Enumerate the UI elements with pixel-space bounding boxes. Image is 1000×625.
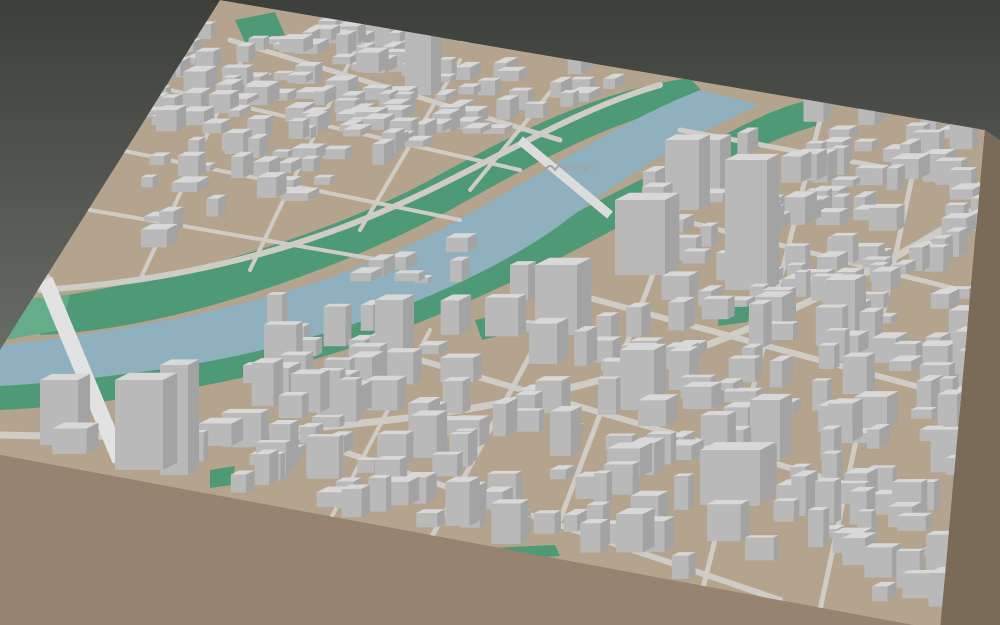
building	[278, 392, 309, 419]
building	[682, 381, 722, 410]
building	[916, 340, 959, 365]
building	[491, 499, 529, 544]
building	[674, 473, 694, 510]
building	[432, 451, 463, 477]
building	[224, 128, 252, 155]
building	[306, 434, 344, 479]
building	[449, 256, 470, 282]
building	[288, 117, 310, 139]
building	[230, 470, 255, 493]
building	[671, 552, 696, 579]
building	[52, 422, 99, 455]
building	[141, 174, 158, 188]
building	[550, 405, 582, 456]
building	[872, 581, 897, 602]
building	[236, 42, 256, 63]
building	[336, 30, 357, 55]
building	[897, 512, 933, 531]
building	[496, 95, 519, 120]
building	[416, 509, 445, 528]
building	[301, 155, 320, 172]
building	[866, 424, 891, 449]
building	[206, 194, 227, 217]
building	[257, 172, 287, 198]
building	[701, 295, 735, 320]
building	[410, 410, 448, 458]
building	[748, 299, 772, 348]
building	[682, 248, 711, 264]
building	[871, 266, 901, 291]
building	[615, 192, 680, 275]
building	[442, 377, 471, 414]
building	[795, 269, 811, 297]
building	[477, 77, 501, 96]
building	[492, 397, 518, 437]
building	[496, 66, 527, 82]
building	[445, 476, 480, 527]
building	[574, 325, 598, 366]
building	[598, 376, 621, 415]
building	[821, 450, 843, 480]
building	[529, 317, 569, 364]
building	[855, 164, 890, 186]
building	[700, 442, 776, 505]
building	[911, 407, 937, 419]
building	[533, 510, 561, 534]
building	[356, 47, 389, 73]
building	[661, 271, 699, 300]
building	[808, 507, 830, 548]
building	[864, 543, 901, 578]
building	[842, 352, 875, 395]
building	[725, 153, 780, 290]
building	[769, 355, 794, 388]
building	[737, 127, 759, 154]
building	[155, 105, 187, 132]
building	[773, 498, 800, 522]
building	[445, 233, 478, 253]
building	[188, 136, 206, 154]
building	[287, 71, 313, 83]
building	[231, 151, 254, 179]
building	[766, 321, 799, 341]
building	[818, 342, 840, 370]
building	[341, 484, 370, 518]
building	[484, 293, 527, 337]
building	[700, 222, 719, 247]
building	[440, 294, 472, 335]
building	[854, 138, 878, 152]
building	[394, 270, 425, 282]
building	[560, 90, 579, 107]
building	[177, 151, 206, 177]
building	[313, 174, 336, 185]
building	[372, 138, 395, 165]
building	[707, 500, 750, 542]
building	[781, 151, 812, 183]
building	[868, 203, 905, 231]
building	[513, 408, 545, 432]
building	[323, 303, 352, 347]
building	[886, 164, 906, 191]
building	[368, 475, 392, 512]
city-model-scene	[0, 0, 1000, 625]
building	[115, 372, 178, 470]
building	[580, 519, 609, 553]
building	[626, 302, 651, 337]
building	[322, 145, 353, 160]
building	[251, 358, 284, 407]
building	[668, 296, 695, 331]
building	[745, 535, 779, 561]
building	[140, 223, 178, 248]
building	[254, 449, 279, 486]
building	[332, 53, 357, 65]
building	[831, 176, 861, 187]
building	[524, 101, 548, 119]
building	[816, 207, 849, 226]
building	[637, 394, 678, 427]
building	[279, 34, 313, 53]
building	[616, 508, 655, 553]
building	[828, 125, 858, 140]
